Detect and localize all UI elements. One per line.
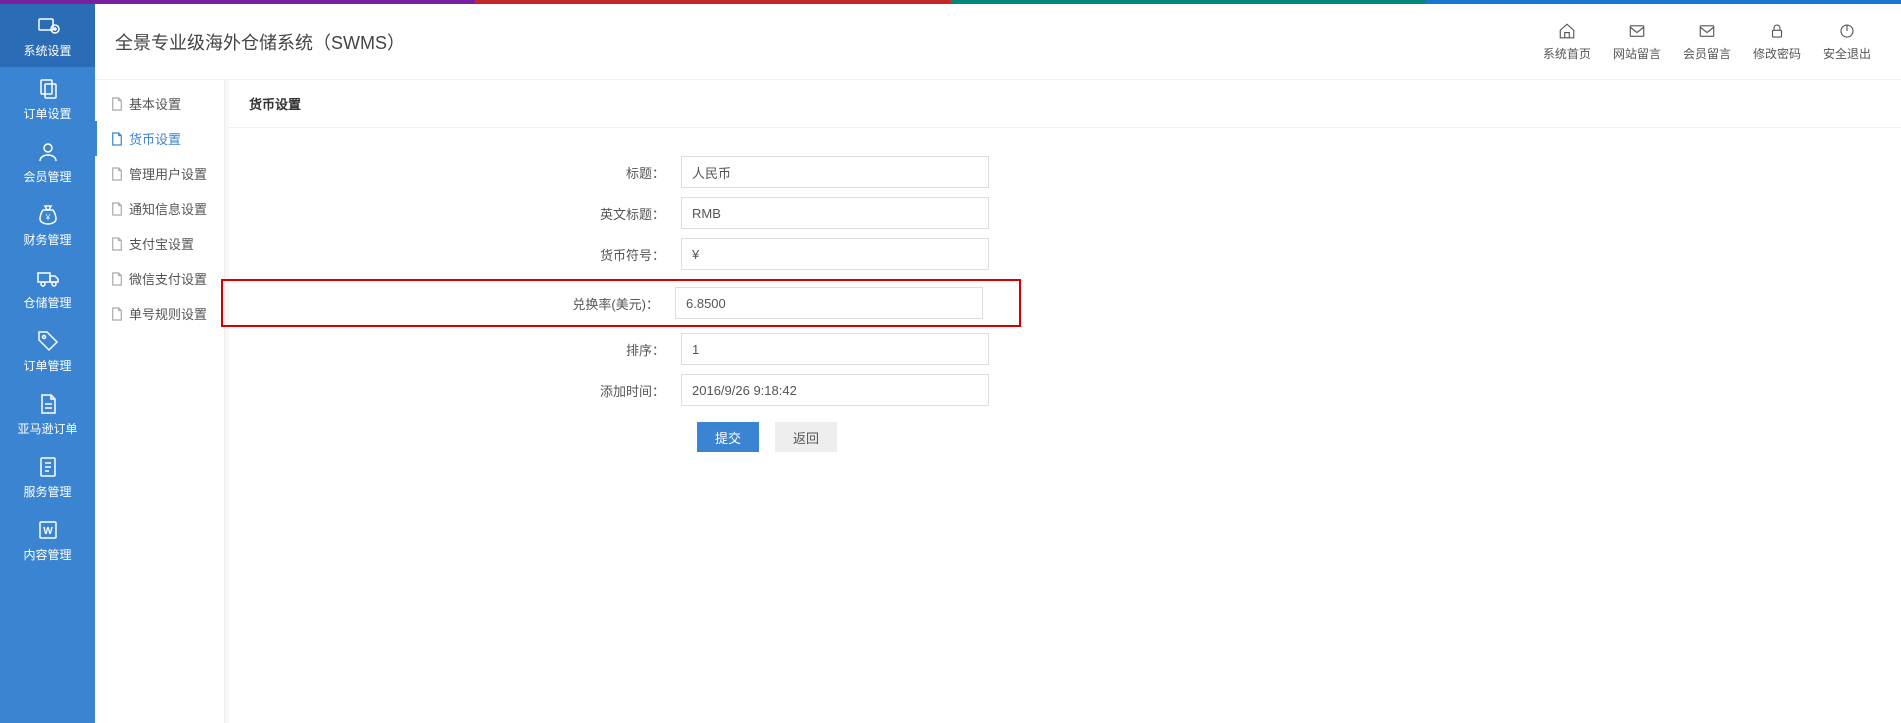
row-addtime: 添加时间： [229, 374, 1901, 406]
sidebar-item-order-mgmt[interactable]: 订单管理 [0, 319, 95, 382]
sub-item-label: 微信支付设置 [129, 269, 207, 288]
header: 全景专业级海外仓储系统（SWMS） 系统首页 网站留言 会员留言 修改密码 [95, 4, 1901, 80]
sidebar-item-finance-mgmt[interactable]: ¥ 财务管理 [0, 193, 95, 256]
input-rate[interactable] [675, 287, 983, 319]
user-icon [36, 140, 60, 164]
sub-item-notification[interactable]: 通知信息设置 [95, 191, 224, 226]
header-action-home[interactable]: 系统首页 [1543, 22, 1591, 62]
input-addtime[interactable] [681, 374, 989, 406]
sidebar-label: 仓储管理 [23, 294, 71, 311]
sidebar-item-system-settings[interactable]: 系统设置 [0, 4, 95, 67]
page-icon [111, 237, 123, 251]
sidebar-label: 订单设置 [23, 105, 71, 122]
panel-title: 货币设置 [229, 80, 1901, 128]
power-icon [1837, 22, 1857, 43]
sidebar-label: 服务管理 [23, 483, 71, 500]
sub-item-label: 基本设置 [129, 94, 181, 113]
highlight-exchange-rate: 兑换率(美元)： [221, 279, 1021, 327]
page-icon [111, 272, 123, 286]
header-action-logout[interactable]: 安全退出 [1823, 22, 1871, 62]
sidebar-label: 会员管理 [23, 168, 71, 185]
svg-text:W: W [43, 526, 53, 537]
sub-item-alipay[interactable]: 支付宝设置 [95, 226, 224, 261]
label-rate: 兑换率(美元)： [231, 294, 675, 313]
home-icon [1557, 22, 1577, 43]
row-sort: 排序： [229, 333, 1901, 365]
word-icon: W [36, 518, 60, 542]
header-action-label: 网站留言 [1613, 45, 1661, 62]
sub-item-label: 管理用户设置 [129, 164, 207, 183]
svg-text:¥: ¥ [44, 213, 50, 222]
sidebar-label: 系统设置 [23, 42, 71, 59]
row-title: 标题： [229, 156, 1901, 188]
label-addtime: 添加时间： [229, 381, 681, 400]
document-icon [36, 392, 60, 416]
mail-icon [1627, 22, 1647, 43]
sub-item-number-rule[interactable]: 单号规则设置 [95, 296, 224, 331]
header-action-member-messages[interactable]: 会员留言 [1683, 22, 1731, 62]
sidebar-item-warehouse-mgmt[interactable]: 仓储管理 [0, 256, 95, 319]
sub-item-basic-settings[interactable]: 基本设置 [95, 86, 224, 121]
label-title: 标题： [229, 163, 681, 182]
sub-item-currency-settings[interactable]: 货币设置 [95, 121, 224, 156]
input-symbol[interactable] [681, 238, 989, 270]
tag-icon [36, 329, 60, 353]
row-en-title: 英文标题： [229, 197, 1901, 229]
header-action-label: 安全退出 [1823, 45, 1871, 62]
sidebar-main: 系统设置 订单设置 会员管理 ¥ 财务管理 仓储管理 订单管理 亚马逊订单 服务 [0, 4, 95, 723]
header-action-change-password[interactable]: 修改密码 [1753, 22, 1801, 62]
input-en-title[interactable] [681, 197, 989, 229]
header-action-site-messages[interactable]: 网站留言 [1613, 22, 1661, 62]
sidebar-label: 内容管理 [23, 546, 71, 563]
sub-item-label: 单号规则设置 [129, 304, 207, 323]
truck-icon [36, 266, 60, 290]
label-en-title: 英文标题： [229, 204, 681, 223]
page-icon [111, 167, 123, 181]
page-icon [111, 132, 123, 146]
sub-item-label: 货币设置 [129, 129, 181, 148]
currency-form: 标题： 英文标题： 货币符号： 兑换率(美元)： [229, 128, 1901, 452]
header-action-label: 系统首页 [1543, 45, 1591, 62]
header-actions: 系统首页 网站留言 会员留言 修改密码 安全退出 [1543, 22, 1871, 62]
settings-icon [36, 14, 60, 38]
row-symbol: 货币符号： [229, 238, 1901, 270]
sub-item-label: 支付宝设置 [129, 234, 194, 253]
label-sort: 排序： [229, 340, 681, 359]
page-icon [111, 202, 123, 216]
lock-icon [1767, 22, 1787, 43]
sidebar-item-service-mgmt[interactable]: 服务管理 [0, 445, 95, 508]
sidebar-item-member-mgmt[interactable]: 会员管理 [0, 130, 95, 193]
label-symbol: 货币符号： [229, 245, 681, 264]
page-icon [111, 97, 123, 111]
sidebar-label: 财务管理 [23, 231, 71, 248]
sub-item-label: 通知信息设置 [129, 199, 207, 218]
header-action-label: 会员留言 [1683, 45, 1731, 62]
mail-icon [1697, 22, 1717, 43]
input-title[interactable] [681, 156, 989, 188]
copy-icon [36, 77, 60, 101]
input-sort[interactable] [681, 333, 989, 365]
main-panel: 货币设置 标题： 英文标题： 货币符号： 兑换率(美 [229, 80, 1901, 723]
sidebar-sub: 基本设置 货币设置 管理用户设置 通知信息设置 支付宝设置 [95, 80, 225, 723]
back-button[interactable]: 返回 [775, 422, 837, 452]
submit-button[interactable]: 提交 [697, 422, 759, 452]
sidebar-item-content-mgmt[interactable]: W 内容管理 [0, 508, 95, 571]
app-title: 全景专业级海外仓储系统（SWMS） [115, 29, 405, 55]
sidebar-item-order-settings[interactable]: 订单设置 [0, 67, 95, 130]
page-icon [111, 307, 123, 321]
sub-item-wechat-pay[interactable]: 微信支付设置 [95, 261, 224, 296]
header-action-label: 修改密码 [1753, 45, 1801, 62]
note-icon [36, 455, 60, 479]
sub-item-user-mgmt[interactable]: 管理用户设置 [95, 156, 224, 191]
sidebar-item-amazon-orders[interactable]: 亚马逊订单 [0, 382, 95, 445]
sidebar-label: 亚马逊订单 [17, 420, 77, 437]
money-bag-icon: ¥ [36, 203, 60, 227]
sidebar-label: 订单管理 [23, 357, 71, 374]
